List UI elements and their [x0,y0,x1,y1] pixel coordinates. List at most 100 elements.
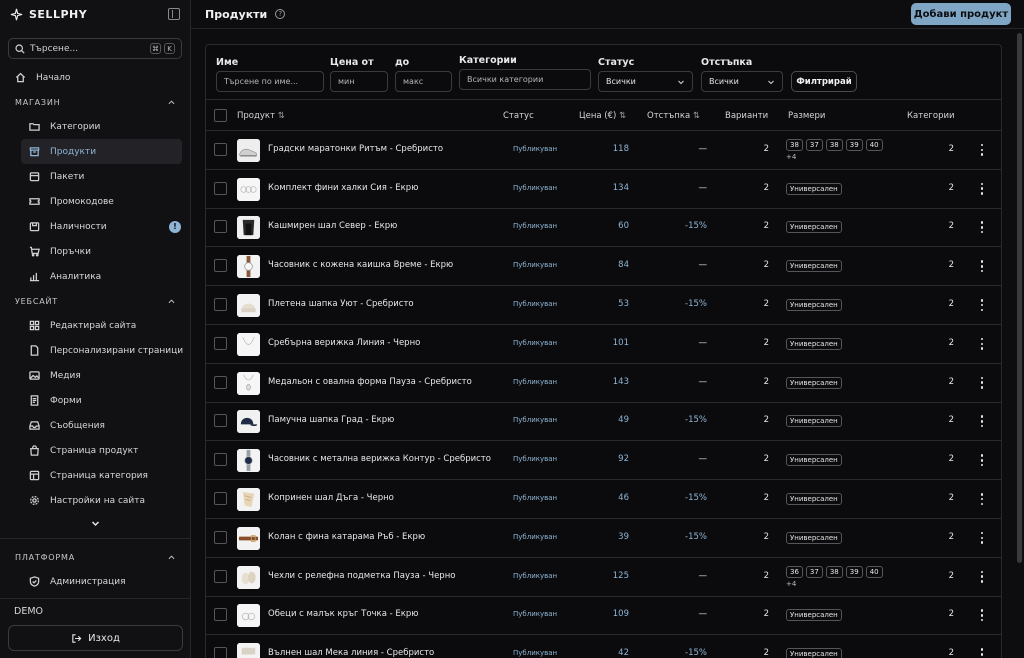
nav-media[interactable]: Медия [0,363,190,388]
filter-categories-select[interactable]: Всички категории [459,69,591,90]
row-menu-icon[interactable] [979,493,985,506]
row-menu-icon[interactable] [979,609,985,622]
row-checkbox[interactable] [214,375,227,389]
table-row[interactable]: Медальон с овална форма Пауза - Сребрист… [206,364,1001,403]
section-website[interactable]: УЕБСАЙТ [0,289,190,313]
filter-discount-select[interactable]: Всички [701,71,783,92]
row-menu-icon[interactable] [979,648,985,658]
select-all-checkbox[interactable] [214,109,227,122]
nav-messages[interactable]: Съобщения [0,413,190,438]
product-price: 101 [612,337,629,348]
nav-site-settings[interactable]: Настройки на сайта [0,488,190,513]
product-name[interactable]: Градски маратонки Ритъм - Сребристо [268,144,443,154]
filter-button[interactable]: Филтрирай [791,71,857,92]
nav-products[interactable]: Продукти [21,139,182,164]
brand-logo[interactable]: SELLPHY [10,8,87,21]
row-checkbox[interactable] [214,259,227,273]
row-menu-icon[interactable] [979,531,985,544]
product-name[interactable]: Медальон с овална форма Пауза - Сребрист… [268,377,472,387]
table-row[interactable]: Колан с фина катарама Ръб - Екрю Публику… [206,519,1001,558]
row-menu-icon[interactable] [979,376,985,389]
product-name[interactable]: Комплект фини халки Сия - Екрю [268,183,418,193]
search-input[interactable]: Търсене... ⌘ K [8,38,182,59]
table-row[interactable]: Сребърна верижка Линия - Черно Публикува… [206,325,1001,364]
row-menu-icon[interactable] [979,415,985,428]
nav-promocodes-label: Промокодове [50,196,114,207]
row-checkbox[interactable] [214,336,227,350]
nav-promocodes[interactable]: Промокодове [0,189,190,214]
nav-category-page[interactable]: Страница категория [0,463,190,488]
size-tags: Универсален [786,299,842,312]
product-name[interactable]: Чехли с релефна подметка Пауза - Черно [268,571,455,581]
col-discount[interactable]: Отстъпка ⇅ [647,111,700,121]
row-checkbox[interactable] [214,298,227,312]
filter-price-to-input[interactable]: макс [395,71,452,92]
row-menu-icon[interactable] [979,570,985,583]
add-product-button[interactable]: Добави продукт [911,3,1011,25]
table-row[interactable]: Часовник с кожена каишка Време - Екрю Пу… [206,247,1001,287]
nav-custom-pages[interactable]: Персонализирани страници [0,338,190,363]
row-menu-icon[interactable] [979,221,985,234]
row-checkbox[interactable] [214,530,227,544]
product-name[interactable]: Колан с фина катарама Ръб - Екрю [268,532,425,542]
size-tags: Универсален [786,260,842,273]
product-name[interactable]: Часовник с кожена каишка Време - Екрю [268,260,453,270]
table-row[interactable]: Кашмирен шал Север - Екрю Публикуван 60 … [206,209,1001,248]
row-checkbox[interactable] [214,142,227,156]
row-checkbox[interactable] [214,453,227,467]
product-name[interactable]: Обеци с малък кръг Точка - Екрю [268,609,418,619]
filter-status-select[interactable]: Всички [598,71,693,92]
col-product[interactable]: Продукт ⇅ [237,111,285,121]
product-name[interactable]: Копринен шал Дъга - Черно [268,493,394,503]
table-row[interactable]: Комплект фини халки Сия - Екрю Публикува… [206,170,1001,209]
row-menu-icon[interactable] [979,299,985,312]
table-row[interactable]: Копринен шал Дъга - Черно Публикуван 46 … [206,480,1001,519]
nav-product-page[interactable]: Страница продукт [0,438,190,463]
nav-inventory[interactable]: Наличности ! [0,214,190,239]
table-row[interactable]: Памучна шапка Град - Екрю Публикуван 49 … [206,403,1001,442]
help-icon[interactable]: ? [275,9,286,19]
row-checkbox[interactable] [214,569,227,583]
table-row[interactable]: Чехли с релефна подметка Пауза - Черно П… [206,558,1001,597]
product-name[interactable]: Памучна шапка Град - Екрю [268,415,394,425]
row-checkbox[interactable] [214,220,227,234]
product-name[interactable]: Вълнен шал Мека линия - Сребристо [268,648,434,658]
product-name[interactable]: Кашмирен шал Север - Екрю [268,221,397,231]
nav-home[interactable]: Начало [0,65,190,90]
logout-button[interactable]: Изход [8,625,183,651]
nav-forms[interactable]: Форми [0,388,190,413]
row-menu-icon[interactable] [979,143,985,156]
product-name[interactable]: Часовник с метална верижка Контур - Среб… [268,454,491,464]
table-row[interactable]: Вълнен шал Мека линия - Сребристо Публик… [206,635,1001,658]
show-more-chevron[interactable] [0,513,190,533]
row-checkbox[interactable] [214,608,227,622]
col-price[interactable]: Цена (€) ⇅ [579,111,626,121]
row-menu-icon[interactable] [979,260,985,273]
row-menu-icon[interactable] [979,454,985,467]
row-menu-icon[interactable] [979,337,985,350]
product-discount: — [698,454,708,465]
sidebar-collapse-icon[interactable] [168,8,180,20]
row-checkbox[interactable] [214,492,227,506]
row-menu-icon[interactable] [979,182,985,195]
filter-price-from-input[interactable]: мин [330,71,388,92]
table-row[interactable]: Плетена шапка Уют - Сребристо Публикуван… [206,286,1001,325]
section-store[interactable]: МАГАЗИН [0,90,190,114]
table-row[interactable]: Часовник с метална верижка Контур - Среб… [206,441,1001,481]
table-row[interactable]: Обеци с малък кръг Точка - Екрю Публикув… [206,597,1001,636]
filter-name-input[interactable]: Търсене по име... [216,71,324,92]
section-platform[interactable]: ПЛАТФОРМА [0,545,190,569]
row-checkbox[interactable] [214,181,227,195]
nav-bundles[interactable]: Пакети [0,164,190,189]
row-checkbox[interactable] [214,647,227,658]
nav-orders[interactable]: Поръчки [0,239,190,264]
row-checkbox[interactable] [214,414,227,428]
table-row[interactable]: Градски маратонки Ритъм - Сребристо Публ… [206,131,1001,170]
nav-categories[interactable]: Категории [0,114,190,139]
product-name[interactable]: Плетена шапка Уют - Сребристо [268,299,414,309]
nav-analytics[interactable]: Аналитика [0,264,190,289]
nav-edit-site[interactable]: Редактирай сайта [0,313,190,338]
product-name[interactable]: Сребърна верижка Линия - Черно [268,338,420,348]
nav-administration[interactable]: Администрация [0,569,190,594]
page-scrollbar[interactable] [1017,33,1022,563]
